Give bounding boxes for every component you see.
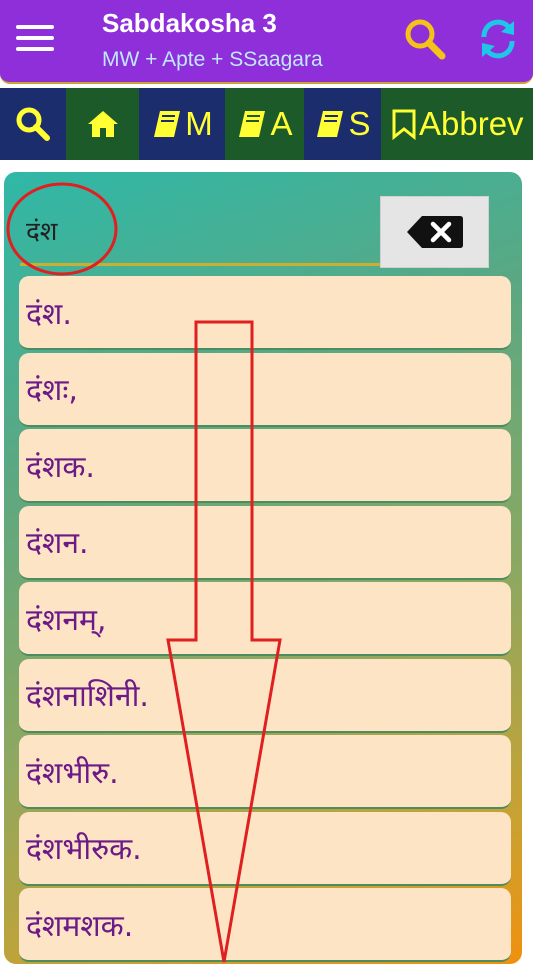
book-icon [239,111,266,137]
result-item[interactable]: दंशन. [19,505,511,580]
book-icon [317,111,344,137]
tab-label: M [185,105,213,142]
menu-icon[interactable] [16,25,54,51]
book-icon [154,111,181,137]
tab-abbrev[interactable]: Abbrev [381,88,533,160]
result-item[interactable]: दंशभीरु. [19,735,511,809]
bookmark-icon [392,109,416,140]
result-item[interactable]: दंशः, [19,352,511,427]
search-underline [20,263,380,266]
result-item[interactable]: दंशभीरुक. [19,811,511,886]
result-item[interactable]: दंशमशक. [19,888,511,962]
tab-mw[interactable]: M [139,88,225,160]
result-item[interactable]: दंशक. [19,429,511,503]
refresh-icon[interactable] [474,15,522,63]
result-item[interactable]: दंश. [19,276,511,350]
tab-label: S [348,105,371,142]
clear-button[interactable] [380,196,489,268]
tab-label: A [270,105,293,142]
tab-ssaagara[interactable]: S [304,88,381,160]
app-bar: Sabdakosha 3 MW + Apte + SSaagara [0,0,533,84]
tab-bar: M A S Abbrev [0,88,533,160]
home-icon [87,111,118,137]
app-subtitle: MW + Apte + SSaagara [102,48,323,71]
tab-apte[interactable]: A [225,88,304,160]
search-icon [16,107,50,141]
search-input[interactable]: दंश [26,212,58,248]
tab-search[interactable] [0,88,66,160]
tab-label: Abbrev [419,105,524,142]
result-item[interactable]: दंशनाशिनी. [19,658,511,733]
result-item[interactable]: दंशनम्, [19,582,511,656]
app-title: Sabdakosha 3 [102,8,277,38]
backspace-icon [406,216,463,248]
tab-home[interactable] [66,88,139,160]
search-icon[interactable] [402,16,448,62]
